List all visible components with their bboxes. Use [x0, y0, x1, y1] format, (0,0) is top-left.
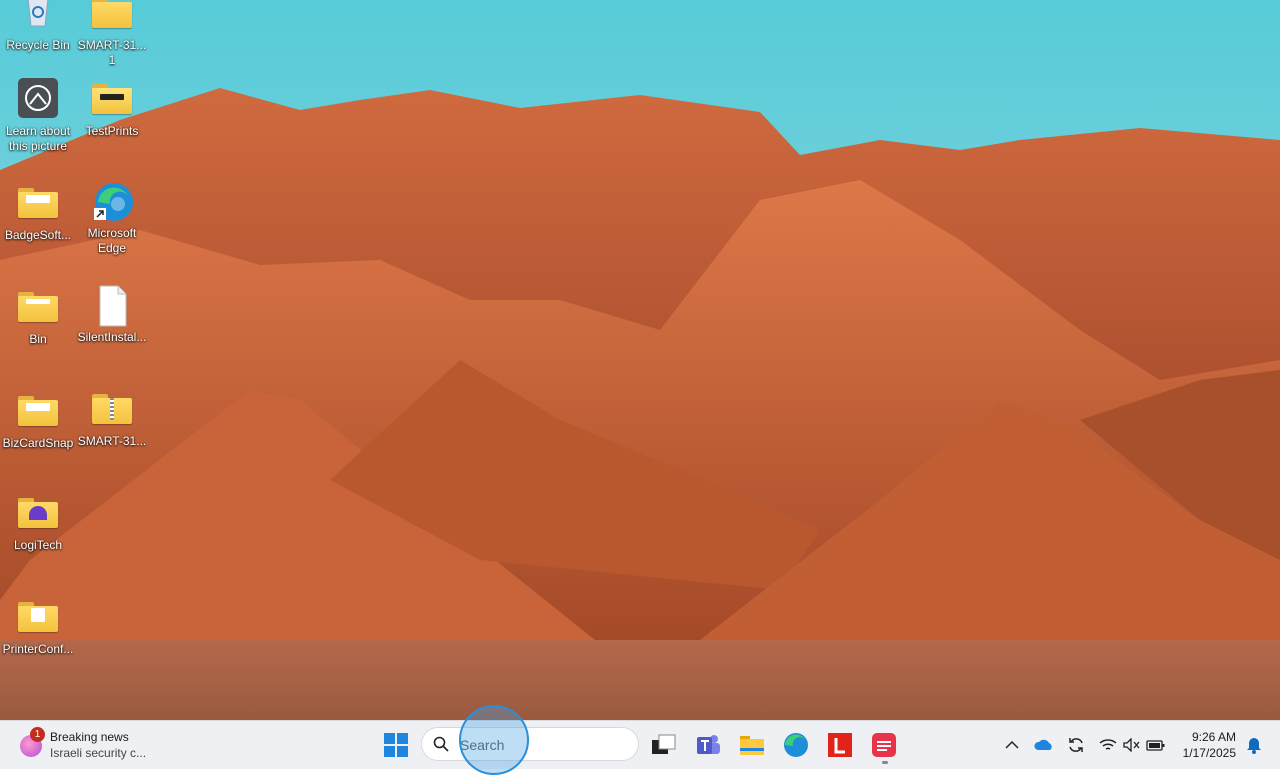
desktop: Recycle Bin SMART-31... 1 Learn about th… — [0, 0, 1280, 720]
app-red-icon — [872, 733, 896, 757]
teams-button[interactable] — [692, 729, 724, 761]
desktop-icon-label: SMART-31... 1 — [77, 38, 147, 67]
folder-icon — [14, 182, 62, 226]
desktop-icon-label: Bin — [29, 332, 47, 346]
learn-about-picture-icon — [14, 78, 62, 122]
task-view-button[interactable] — [648, 729, 680, 761]
news-subtitle: Israeli security c... — [50, 746, 147, 760]
desktop-icon-bin[interactable]: Bin — [0, 286, 76, 347]
chevron-up-icon — [1005, 740, 1019, 749]
taskbar-search-box[interactable] — [421, 727, 639, 761]
desktop-icon-label: Recycle Bin — [6, 38, 70, 52]
windows-logo-icon — [384, 733, 408, 757]
desktop-icon-label: SilentInstal... — [77, 330, 147, 344]
desktop-icon-microsoft-edge[interactable]: Microsoft Edge — [74, 180, 150, 256]
news-widget[interactable]: 1 Breaking news Israeli security c... — [14, 721, 164, 769]
taskbar: 1 Breaking news Israeli security c... 9:… — [0, 720, 1280, 769]
onedrive-button[interactable] — [1028, 729, 1060, 761]
click-indicator — [459, 705, 529, 775]
desktop-icon-smart-31-zip[interactable]: SMART-31... — [74, 388, 150, 449]
clock[interactable]: 9:26 AM 1/17/2025 — [1183, 729, 1236, 761]
clock-date: 1/17/2025 — [1182, 746, 1236, 760]
folder-icon — [14, 596, 62, 640]
desktop-icon-logitech[interactable]: LogiTech — [0, 492, 76, 553]
folder-icon — [88, 0, 136, 36]
show-hidden-icons-button[interactable] — [996, 729, 1028, 761]
folder-icon — [14, 286, 62, 330]
desktop-icon-label: Learn about this picture — [5, 124, 71, 153]
lenovo-l-button[interactable] — [824, 729, 856, 761]
recycle-bin-icon — [14, 0, 62, 36]
desktop-icon-label: PrinterConf... — [2, 642, 74, 656]
teams-icon — [697, 735, 720, 754]
news-title: Breaking news — [50, 730, 129, 744]
desktop-icon-learn-about-picture[interactable]: Learn about this picture — [0, 78, 76, 154]
desktop-icon-recycle-bin[interactable]: Recycle Bin — [0, 0, 76, 53]
lenovo-l-icon — [828, 733, 852, 757]
onedrive-cloud-icon — [1034, 739, 1052, 750]
task-view-icon — [652, 734, 676, 754]
edge-button[interactable] — [780, 729, 812, 761]
folder-icon — [88, 78, 136, 122]
start-button[interactable] — [380, 729, 412, 761]
desktop-icon-label: BizCardSnap — [2, 436, 74, 450]
app-red-button[interactable] — [868, 729, 900, 761]
file-explorer-button[interactable] — [736, 729, 768, 761]
desktop-icon-badgesoft[interactable]: BadgeSoft... — [0, 182, 76, 243]
desktop-icon-smart-31-1[interactable]: SMART-31... 1 — [74, 0, 150, 68]
desktop-icon-printerconf[interactable]: PrinterConf... — [0, 596, 76, 657]
desktop-icon-silentinstal[interactable]: SilentInstal... — [74, 284, 150, 345]
notifications-button[interactable] — [1238, 729, 1270, 761]
wallpaper-mountains — [0, 0, 1280, 720]
file-explorer-icon — [740, 736, 764, 755]
sync-icon — [1069, 738, 1083, 752]
file-icon — [88, 284, 136, 328]
news-badge: 1 — [30, 727, 45, 742]
desktop-icon-bizcardsnap[interactable]: BizCardSnap — [0, 390, 76, 451]
sync-button[interactable] — [1060, 729, 1092, 761]
running-indicator — [882, 761, 888, 764]
desktop-icon-label: SMART-31... — [77, 434, 147, 448]
bell-icon — [1247, 738, 1261, 754]
edge-icon — [88, 180, 136, 224]
clock-time: 9:26 AM — [1191, 730, 1236, 744]
desktop-icon-label: LogiTech — [13, 538, 63, 552]
speaker-muted-icon — [1123, 738, 1140, 752]
search-icon — [433, 736, 449, 752]
desktop-icon-label: Microsoft Edge — [87, 226, 137, 255]
wifi-icon — [1099, 739, 1117, 750]
folder-icon — [14, 390, 62, 434]
zip-folder-icon — [88, 388, 136, 432]
folder-icon — [14, 492, 62, 536]
desktop-icon-testprints[interactable]: TestPrints — [74, 78, 150, 139]
desktop-icon-label: TestPrints — [85, 124, 139, 138]
battery-icon — [1146, 740, 1165, 751]
edge-icon — [784, 733, 808, 757]
battery-button[interactable] — [1140, 729, 1172, 761]
desktop-icon-label: BadgeSoft... — [4, 228, 72, 242]
